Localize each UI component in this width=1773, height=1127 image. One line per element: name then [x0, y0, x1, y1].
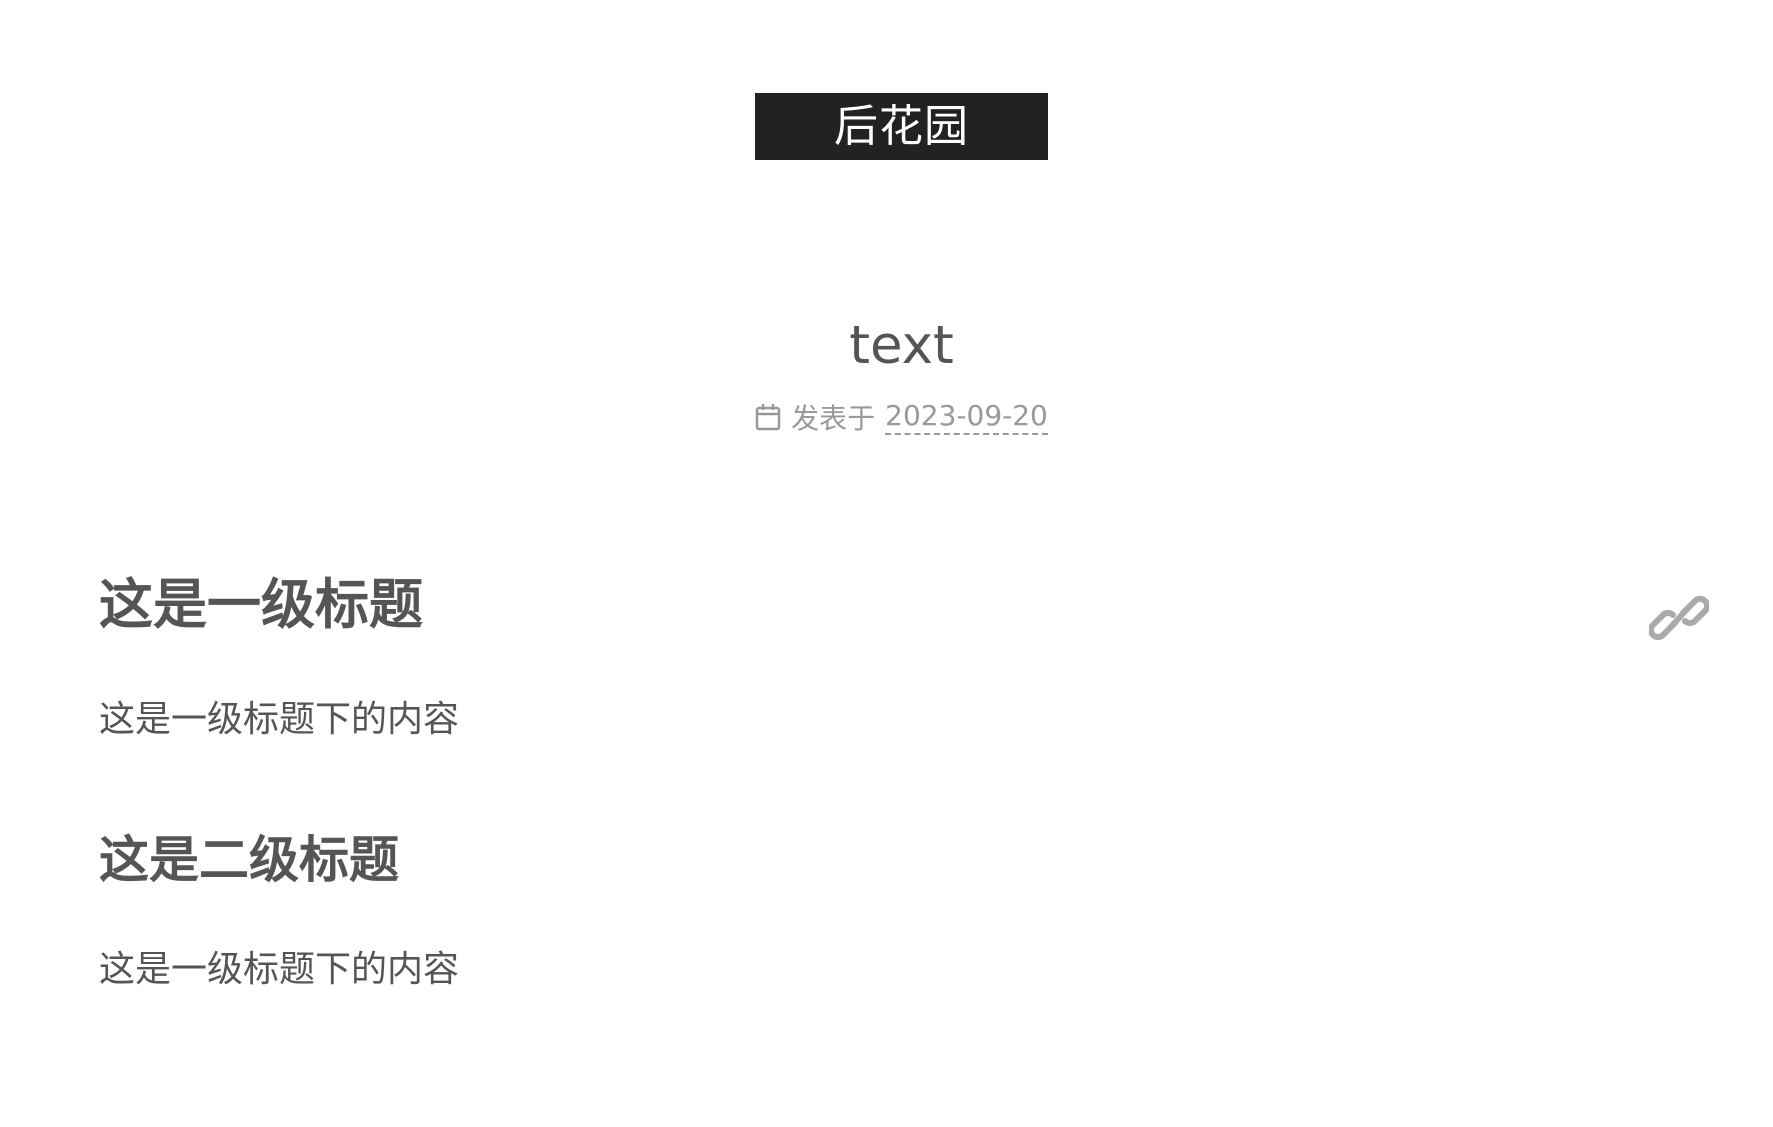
calendar-icon: [755, 403, 781, 431]
site-brand[interactable]: 后花园: [755, 93, 1048, 160]
post-meta: 发表于 2023-09-20: [755, 397, 1048, 437]
paragraph-2: 这是一级标题下的内容: [99, 949, 460, 990]
site-title[interactable]: 后花园: [834, 104, 969, 149]
paragraph-1: 这是一级标题下的内容: [99, 699, 460, 740]
heading-level-2: 这是二级标题: [99, 831, 399, 889]
post-body: 这是一级标题 这是一级标题下的内容 这是二级标题 这是一级标题下的内容: [99, 560, 1711, 995]
post-header: text 发表于 2023-09-20: [0, 310, 1773, 437]
post-date[interactable]: 2023-09-20: [885, 399, 1048, 435]
post-title: text: [849, 315, 954, 376]
heading-level-1-text: 这是一级标题: [99, 573, 423, 636]
post-meta-label: 发表于: [791, 402, 876, 435]
heading-level-1: 这是一级标题: [99, 560, 1711, 650]
link-icon[interactable]: [1647, 580, 1711, 641]
